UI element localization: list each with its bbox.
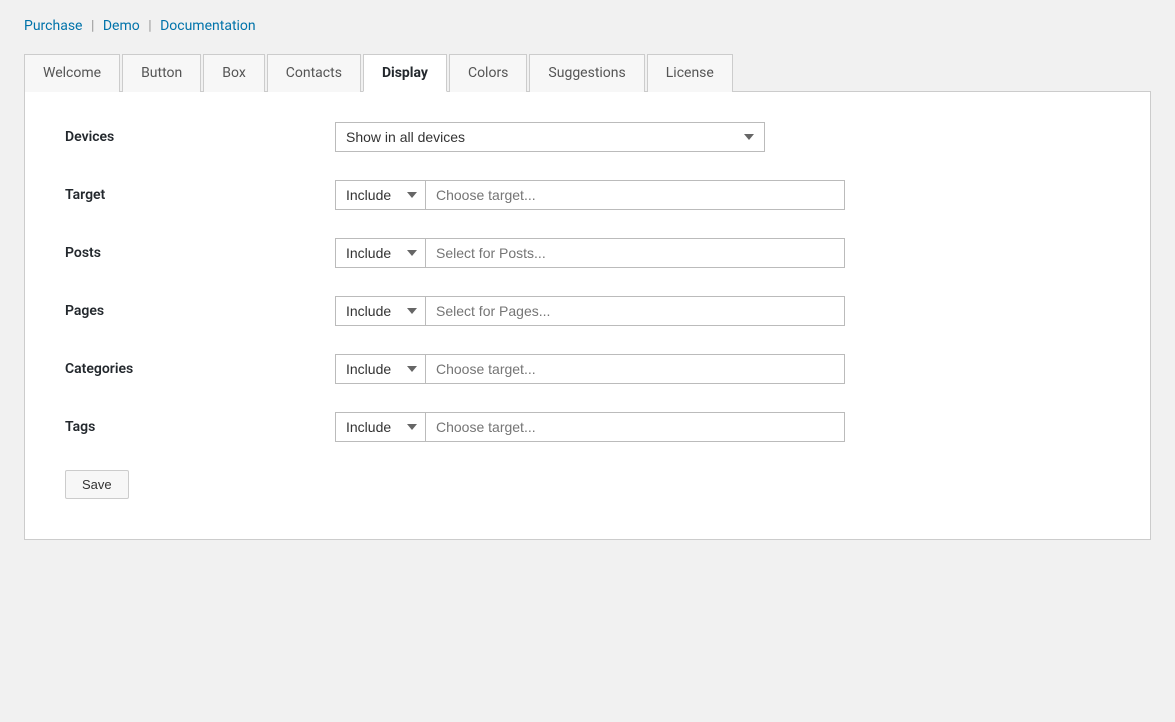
devices-control-wrap: Show in all devices Desktop only Mobile … [335, 122, 765, 152]
tab-button[interactable]: Button [122, 54, 201, 92]
page-wrapper: Purchase | Demo | Documentation Welcome … [0, 0, 1175, 722]
tags-row: Tags Include Exclude [65, 412, 1110, 442]
separator-1: | [91, 18, 98, 34]
tab-display[interactable]: Display [363, 54, 447, 92]
pages-control-wrap: Include Exclude [335, 296, 845, 326]
target-include-select[interactable]: Include Exclude [335, 180, 425, 210]
categories-row: Categories Include Exclude [65, 354, 1110, 384]
save-button[interactable]: Save [65, 470, 129, 499]
purchase-link[interactable]: Purchase [24, 18, 82, 34]
target-input[interactable] [425, 180, 845, 210]
tab-colors[interactable]: Colors [449, 54, 527, 92]
save-row: Save [65, 470, 1110, 499]
categories-control-wrap: Include Exclude [335, 354, 845, 384]
target-label: Target [65, 187, 335, 203]
pages-row: Pages Include Exclude [65, 296, 1110, 326]
categories-include-select[interactable]: Include Exclude [335, 354, 425, 384]
tab-contacts[interactable]: Contacts [267, 54, 361, 92]
categories-input[interactable] [425, 354, 845, 384]
tab-box[interactable]: Box [203, 54, 265, 92]
tab-suggestions[interactable]: Suggestions [529, 54, 644, 92]
tabs-container: Welcome Button Box Contacts Display Colo… [24, 54, 1151, 92]
separator-2: | [148, 18, 155, 34]
documentation-link[interactable]: Documentation [160, 18, 256, 34]
content-area: Devices Show in all devices Desktop only… [24, 92, 1151, 540]
tab-welcome[interactable]: Welcome [24, 54, 120, 92]
pages-include-select[interactable]: Include Exclude [335, 296, 425, 326]
target-control-wrap: Include Exclude [335, 180, 845, 210]
tags-control-wrap: Include Exclude [335, 412, 845, 442]
tab-license[interactable]: License [647, 54, 733, 92]
tags-include-select[interactable]: Include Exclude [335, 412, 425, 442]
pages-input[interactable] [425, 296, 845, 326]
pages-label: Pages [65, 303, 335, 319]
top-links: Purchase | Demo | Documentation [24, 18, 1151, 34]
posts-control-wrap: Include Exclude [335, 238, 845, 268]
target-row: Target Include Exclude [65, 180, 1110, 210]
tags-label: Tags [65, 419, 335, 435]
tags-input[interactable] [425, 412, 845, 442]
posts-label: Posts [65, 245, 335, 261]
posts-include-select[interactable]: Include Exclude [335, 238, 425, 268]
categories-label: Categories [65, 361, 335, 377]
posts-input[interactable] [425, 238, 845, 268]
posts-row: Posts Include Exclude [65, 238, 1110, 268]
demo-link[interactable]: Demo [103, 18, 140, 34]
devices-select[interactable]: Show in all devices Desktop only Mobile … [335, 122, 765, 152]
devices-row: Devices Show in all devices Desktop only… [65, 122, 1110, 152]
devices-label: Devices [65, 129, 335, 145]
